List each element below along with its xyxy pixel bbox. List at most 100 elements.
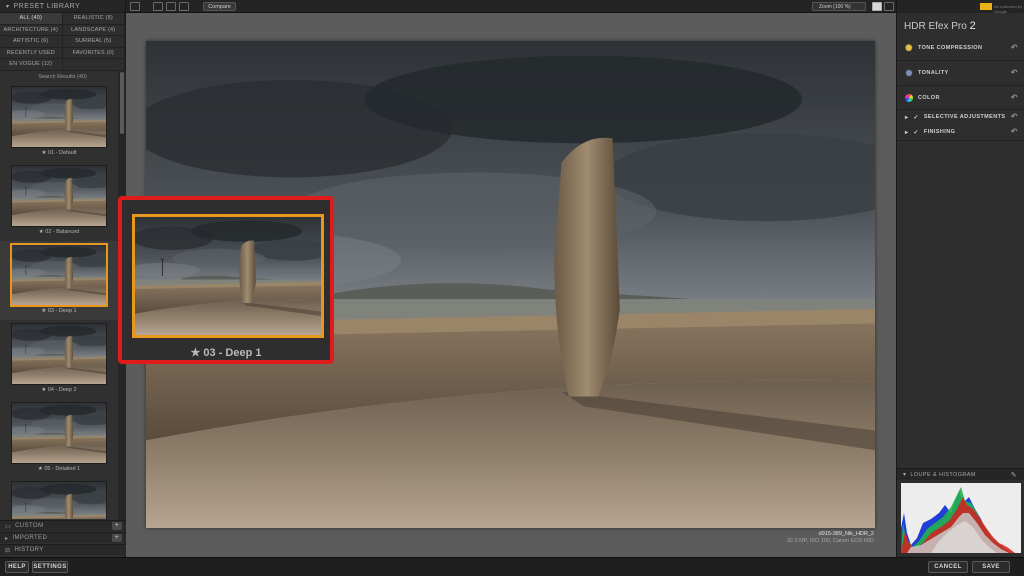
callout-label: ★ 03 - Deep 1 [190, 347, 262, 359]
loupe-tool-icon[interactable]: ✎ [1011, 471, 1017, 479]
add-custom-button[interactable]: + [112, 522, 122, 530]
nik-logo-icon [980, 3, 992, 10]
expand-triangle-icon[interactable]: ▸ [905, 129, 908, 136]
history-label: HISTORY [14, 547, 44, 553]
preset-item[interactable]: ★ 02 - Balanced [0, 162, 118, 241]
preset-label: ★ 04 - Deep 2 [41, 387, 77, 393]
preset-thumbnail [11, 86, 107, 148]
preset-library-title: PRESET LIBRARY [13, 2, 81, 10]
scrollbar-thumb[interactable] [120, 72, 124, 134]
adjustments-panel: nik collection by Google HDR Efex Pro 2 … [896, 0, 1024, 557]
preset-library-panel: ▾ PRESET LIBRARY ALL (40) REALISTIC (8) … [0, 0, 126, 576]
single-view-icon[interactable] [153, 2, 163, 11]
preset-thumbnail [11, 323, 107, 385]
preset-item[interactable]: ★ 01 - Default [0, 83, 118, 162]
undo-icon[interactable]: ↶ [1011, 112, 1018, 121]
photo-info: d915-389_Nik_HDR_2 32.3 MP, ISO 100, Can… [787, 531, 874, 544]
save-button[interactable]: SAVE [972, 561, 1010, 573]
tonality-label: TONALITY [918, 70, 949, 76]
color-label: COLOR [918, 95, 940, 101]
finishing-label: FINISHING [923, 129, 956, 135]
sun-icon: ✺ [905, 42, 913, 53]
undo-icon[interactable]: ↶ [1011, 93, 1018, 102]
tonality-icon [905, 69, 913, 77]
color-section[interactable]: COLOR ↶ [897, 91, 1024, 105]
preset-item[interactable]: ★ 05 - Detailed 1 [0, 399, 118, 478]
add-imported-button[interactable]: + [112, 534, 122, 542]
compare-button[interactable]: Compare [203, 2, 236, 11]
zoom-select[interactable]: Zoom (100 %) [812, 2, 866, 11]
imported-section[interactable]: ▸ IMPORTED + [0, 532, 126, 543]
loupe-histogram-label: LOUPE & HISTOGRAM [910, 471, 976, 478]
category-grid: ALL (40) REALISTIC (8) ARCHITECTURE (4) … [0, 13, 125, 71]
preset-thumbnail-list: ★ 01 - Default ★ 02 - Balanced ★ 03 - De… [0, 83, 118, 519]
cancel-button[interactable]: CANCEL [928, 561, 968, 573]
preset-label: ★ 05 - Detailed 1 [37, 466, 81, 472]
category-landscape[interactable]: LANDSCAPE (4) [62, 24, 125, 36]
preset-thumbnail [11, 402, 107, 464]
imported-label: IMPORTED [12, 535, 48, 541]
panel-toggle-icon[interactable] [130, 2, 140, 11]
undo-icon[interactable]: ↶ [1011, 68, 1018, 77]
finishing-section[interactable]: ▸ ✓ FINISHING ↶ [897, 125, 1024, 139]
app-title-version: 2 [969, 20, 976, 32]
preset-item[interactable] [0, 478, 118, 519]
category-recently-used[interactable]: RECENTLY USED [0, 47, 63, 59]
expand-triangle-icon[interactable]: ▸ [905, 114, 908, 121]
preset-thumbnail [11, 481, 107, 519]
preset-item[interactable]: ★ 04 - Deep 2 [0, 320, 118, 399]
app-title-name: HDR Efex Pro [904, 21, 967, 32]
category-architecture[interactable]: ARCHITECTURE (4) [0, 24, 63, 36]
category-favorites[interactable]: FAVORITES (0) [62, 47, 125, 59]
custom-label: CUSTOM [15, 523, 44, 529]
collapse-triangle-icon[interactable]: ▾ [903, 471, 906, 478]
background-toggle-icon[interactable] [872, 2, 882, 11]
tonality-section[interactable]: TONALITY ↶ [897, 66, 1024, 80]
preset-label: ★ 03 - Deep 1 [41, 308, 77, 314]
category-en-vogue[interactable]: EN VOGUE (12) [0, 59, 63, 71]
collapse-triangle-icon[interactable]: ▾ [6, 3, 10, 10]
tone-compression-section[interactable]: ✺ TONE COMPRESSION ↶ [897, 41, 1024, 55]
category-all[interactable]: ALL (40) [0, 13, 63, 25]
right-panel-toggle-icon[interactable] [884, 2, 894, 11]
undo-icon[interactable]: ↶ [1011, 43, 1018, 52]
tone-compression-label: TONE COMPRESSION [917, 45, 983, 51]
custom-folder-icon: ▭ [5, 523, 12, 530]
undo-icon[interactable]: ↶ [1011, 127, 1018, 136]
category-surreal[interactable]: SURREAL (5) [62, 36, 125, 48]
bottom-bar: HELP SETTINGS CANCEL SAVE [0, 557, 1024, 576]
selective-adjustments-label: SELECTIVE ADJUSTMENTS [923, 114, 1006, 120]
histogram [901, 483, 1021, 553]
import-icon: ▸ [5, 535, 9, 542]
color-wheel-icon [905, 94, 913, 102]
preset-item-selected[interactable]: ★ 03 - Deep 1 [0, 241, 118, 320]
checkmark-icon[interactable]: ✓ [913, 114, 918, 121]
app-title: HDR Efex Pro 2 [904, 20, 976, 32]
preset-library-header[interactable]: ▾ PRESET LIBRARY [0, 0, 125, 13]
search-results-count: Search Results (40) [38, 73, 87, 80]
preset-thumbnail [11, 165, 107, 227]
nik-brand-text: nik collection by Google [994, 4, 1023, 14]
divider [897, 85, 1024, 86]
brand-bar: nik collection by Google [897, 0, 1024, 14]
checkmark-icon[interactable]: ✓ [913, 129, 918, 136]
side-by-side-view-icon[interactable] [179, 2, 189, 11]
custom-section[interactable]: ▭ CUSTOM + [0, 520, 126, 531]
callout-thumbnail [132, 214, 324, 338]
settings-button[interactable]: SETTINGS [32, 561, 68, 573]
photo-meta: 32.3 MP, ISO 100, Canon EOS 60D [786, 537, 874, 544]
split-view-icon[interactable] [166, 2, 176, 11]
history-icon: ⊟ [5, 547, 11, 554]
history-section[interactable]: ⊟ HISTORY [0, 544, 126, 555]
divider [897, 60, 1024, 61]
category-empty-cell [62, 59, 125, 71]
category-artistic[interactable]: ARTISTIC (6) [0, 36, 63, 48]
help-button[interactable]: HELP [5, 561, 29, 573]
preset-label: ★ 02 - Balanced [38, 229, 80, 235]
loupe-histogram-header[interactable]: ▾ LOUPE & HISTOGRAM ✎ [897, 468, 1024, 480]
selective-adjustments-section[interactable]: ▸ ✓ SELECTIVE ADJUSTMENTS ↶ [897, 110, 1024, 124]
preset-label: ★ 01 - Default [41, 150, 77, 156]
category-realistic[interactable]: REALISTIC (8) [62, 13, 125, 25]
highlighted-preset-callout: ★ 03 - Deep 1 [118, 196, 334, 364]
top-toolbar: Compare Zoom (100 %) [126, 0, 896, 13]
